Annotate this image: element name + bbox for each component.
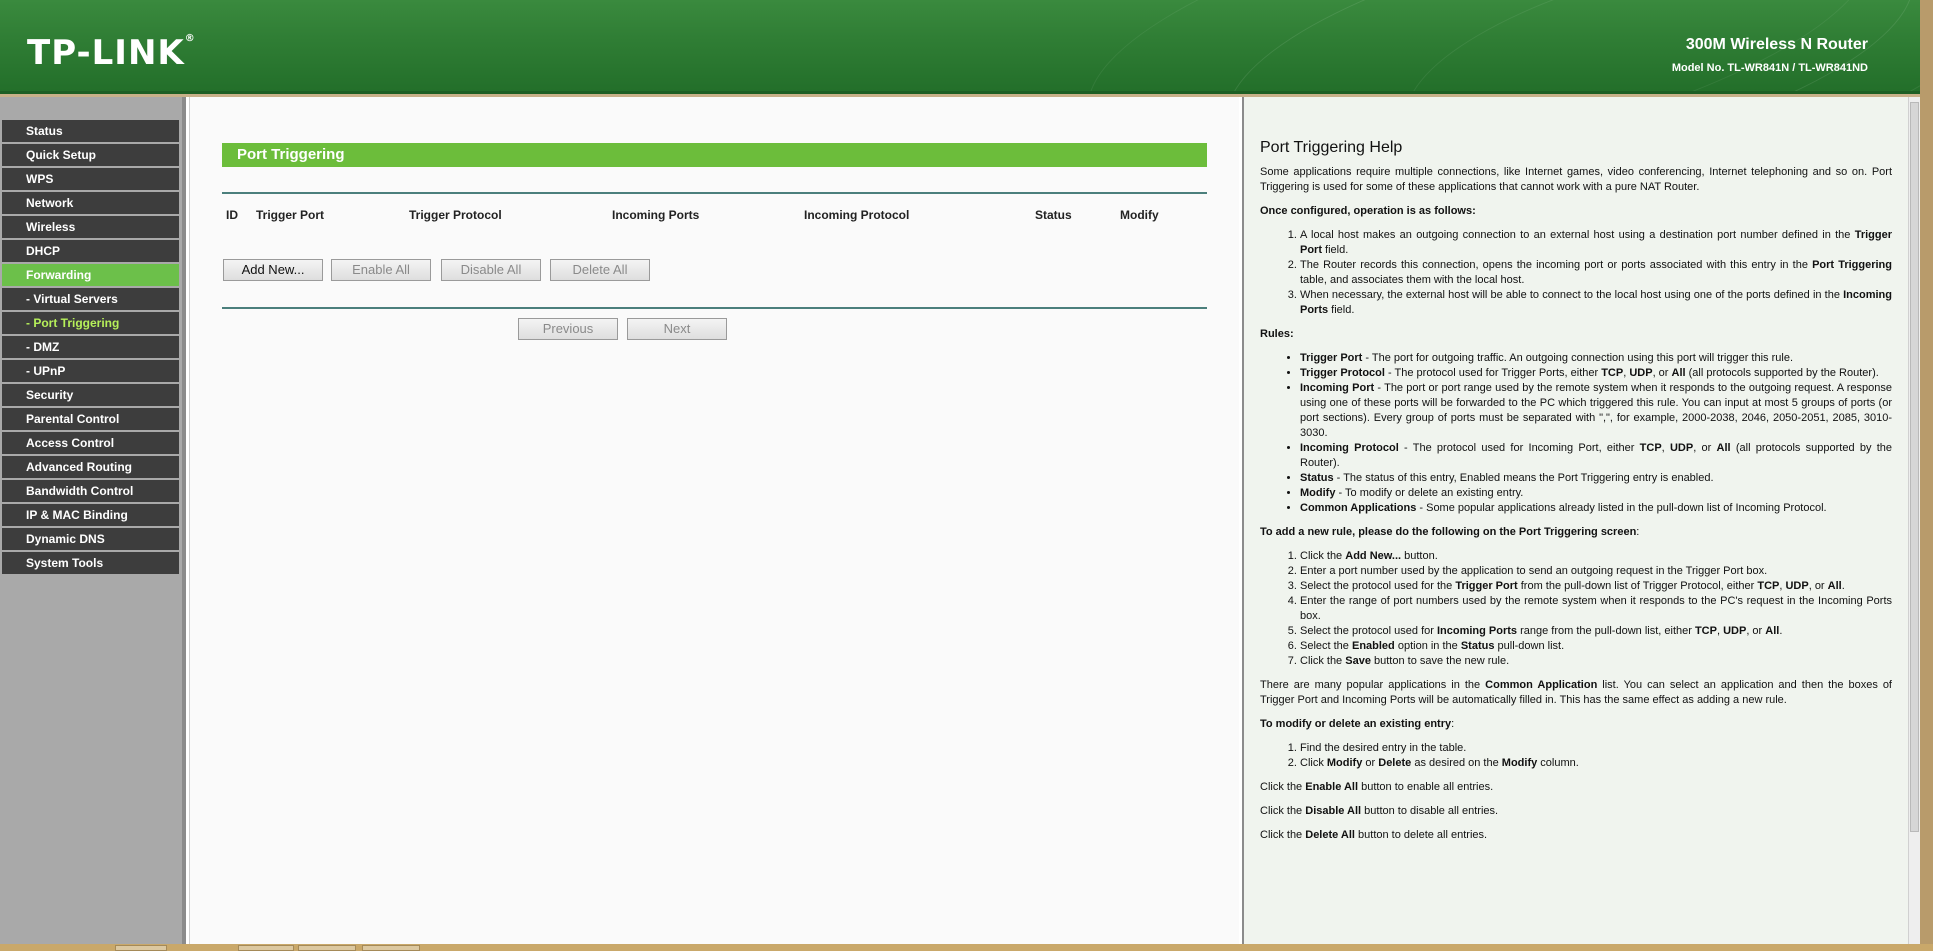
previous-button[interactable]: Previous [518,318,618,340]
logo-registered-mark: ® [184,33,196,44]
divider [222,192,1207,194]
sidebar-item-status[interactable]: Status [2,120,179,142]
help-add-rule-list: Click the Add New... button. Enter a por… [1300,549,1892,669]
sidebar-menu: Status Quick Setup WPS Network Wireless … [0,97,186,944]
enable-all-button[interactable]: Enable All [331,259,431,281]
list-item: Common Applications - Some popular appli… [1300,501,1892,516]
list-item: Incoming Port - The port or port range u… [1300,381,1892,441]
list-item: Trigger Port - The port for outgoing tra… [1300,351,1892,366]
help-modify-list: Find the desired entry in the table. Cli… [1300,741,1892,771]
help-scrollbar[interactable] [1908,97,1920,944]
list-item: Find the desired entry in the table. [1300,741,1892,756]
add-new-button[interactable]: Add New... [223,259,323,281]
scrollbar-thumb[interactable] [1910,102,1919,832]
sidebar-item-forwarding[interactable]: Forwarding [2,264,179,286]
sidebar-item-upnp[interactable]: - UPnP [2,360,179,382]
tp-link-logo: TP-LINK® [27,33,196,73]
sidebar-item-port-triggering[interactable]: - Port Triggering [2,312,179,334]
delete-all-button[interactable]: Delete All [550,259,650,281]
column-header-incoming-protocol: Incoming Protocol [804,208,910,222]
help-intro: Some applications require multiple conne… [1260,166,1892,193]
list-item: Status - The status of this entry, Enabl… [1300,471,1892,486]
list-item: A local host makes an outgoing connectio… [1300,228,1892,258]
list-item: Incoming Protocol - The protocol used fo… [1300,441,1892,471]
header-banner: TP-LINK® 300M Wireless N Router Model No… [0,0,1920,94]
help-title: Port Triggering Help [1260,139,1403,156]
taskbar-button[interactable] [115,945,167,951]
help-heading-add-rule: To add a new rule, please do the followi… [1260,526,1640,538]
list-item: Select the protocol used for the Trigger… [1300,579,1892,594]
disable-all-button[interactable]: Disable All [441,259,541,281]
help-heading-rules: Rules: [1260,328,1294,340]
column-header-trigger-protocol: Trigger Protocol [409,208,502,222]
taskbar-button[interactable] [362,945,420,951]
column-header-id: ID [226,208,238,222]
list-item: When necessary, the external host will b… [1300,288,1892,318]
help-disable-all: Click the Disable All button to disable … [1260,805,1499,817]
help-heading-operation: Once configured, operation is as follows… [1260,205,1476,217]
content-frame: Status Quick Setup WPS Network Wireless … [0,97,1920,944]
sidebar-item-ip-mac-binding[interactable]: IP & MAC Binding [2,504,179,526]
sidebar-item-dhcp[interactable]: DHCP [2,240,179,262]
help-common-applications: There are many popular applications in t… [1260,679,1892,706]
list-item: Enter the range of port numbers used by … [1300,594,1892,624]
list-item: Enter a port number used by the applicat… [1300,564,1892,579]
sidebar-item-bandwidth-control[interactable]: Bandwidth Control [2,480,179,502]
page-title: Port Triggering [222,143,1207,167]
column-header-modify: Modify [1120,208,1159,222]
logo-text: TP-LINK [27,33,185,73]
help-panel: Port Triggering Help Some applications r… [1242,97,1908,944]
sidebar-item-system-tools[interactable]: System Tools [2,552,179,574]
help-rules-list: Trigger Port - The port for outgoing tra… [1300,351,1892,516]
sidebar-item-dynamic-dns[interactable]: Dynamic DNS [2,528,179,550]
list-item: Modify - To modify or delete an existing… [1300,486,1892,501]
main-panel: Port Triggering ID Trigger Port Trigger … [189,97,1239,944]
window-edge [1920,0,1933,951]
next-button[interactable]: Next [627,318,727,340]
sidebar-item-security[interactable]: Security [2,384,179,406]
model-number: Model No. TL-WR841N / TL-WR841ND [1671,62,1868,74]
sidebar-item-wireless[interactable]: Wireless [2,216,179,238]
list-item: Select the protocol used for Incoming Po… [1300,624,1892,639]
list-item: Click the Save button to save the new ru… [1300,654,1892,669]
column-header-trigger-port: Trigger Port [256,208,325,222]
help-delete-all: Click the Delete All button to delete al… [1260,829,1488,841]
sidebar-item-dmz[interactable]: - DMZ [2,336,179,358]
help-heading-modify: To modify or delete an existing entry: [1260,718,1455,730]
sidebar-item-parental-control[interactable]: Parental Control [2,408,179,430]
column-header-status: Status [1035,208,1072,222]
sidebar-item-network[interactable]: Network [2,192,179,214]
column-header-incoming-ports: Incoming Ports [612,208,700,222]
divider [222,307,1207,309]
help-operation-list: A local host makes an outgoing connectio… [1300,228,1892,318]
list-item: Trigger Protocol - The protocol used for… [1300,366,1892,381]
list-item: The Router records this connection, open… [1300,258,1892,288]
taskbar-button[interactable] [238,945,294,951]
list-item: Click Modify or Delete as desired on the… [1300,756,1892,771]
sidebar-item-wps[interactable]: WPS [2,168,179,190]
sidebar-item-advanced-routing[interactable]: Advanced Routing [2,456,179,478]
sidebar-item-quick-setup[interactable]: Quick Setup [2,144,179,166]
help-enable-all: Click the Enable All button to enable al… [1260,781,1494,793]
list-item: Click the Add New... button. [1300,549,1892,564]
taskbar-button[interactable] [298,945,356,951]
list-item: Select the Enabled option in the Status … [1300,639,1892,654]
sidebar-item-access-control[interactable]: Access Control [2,432,179,454]
product-title: 300M Wireless N Router [1685,36,1868,53]
sidebar-item-virtual-servers[interactable]: - Virtual Servers [2,288,179,310]
